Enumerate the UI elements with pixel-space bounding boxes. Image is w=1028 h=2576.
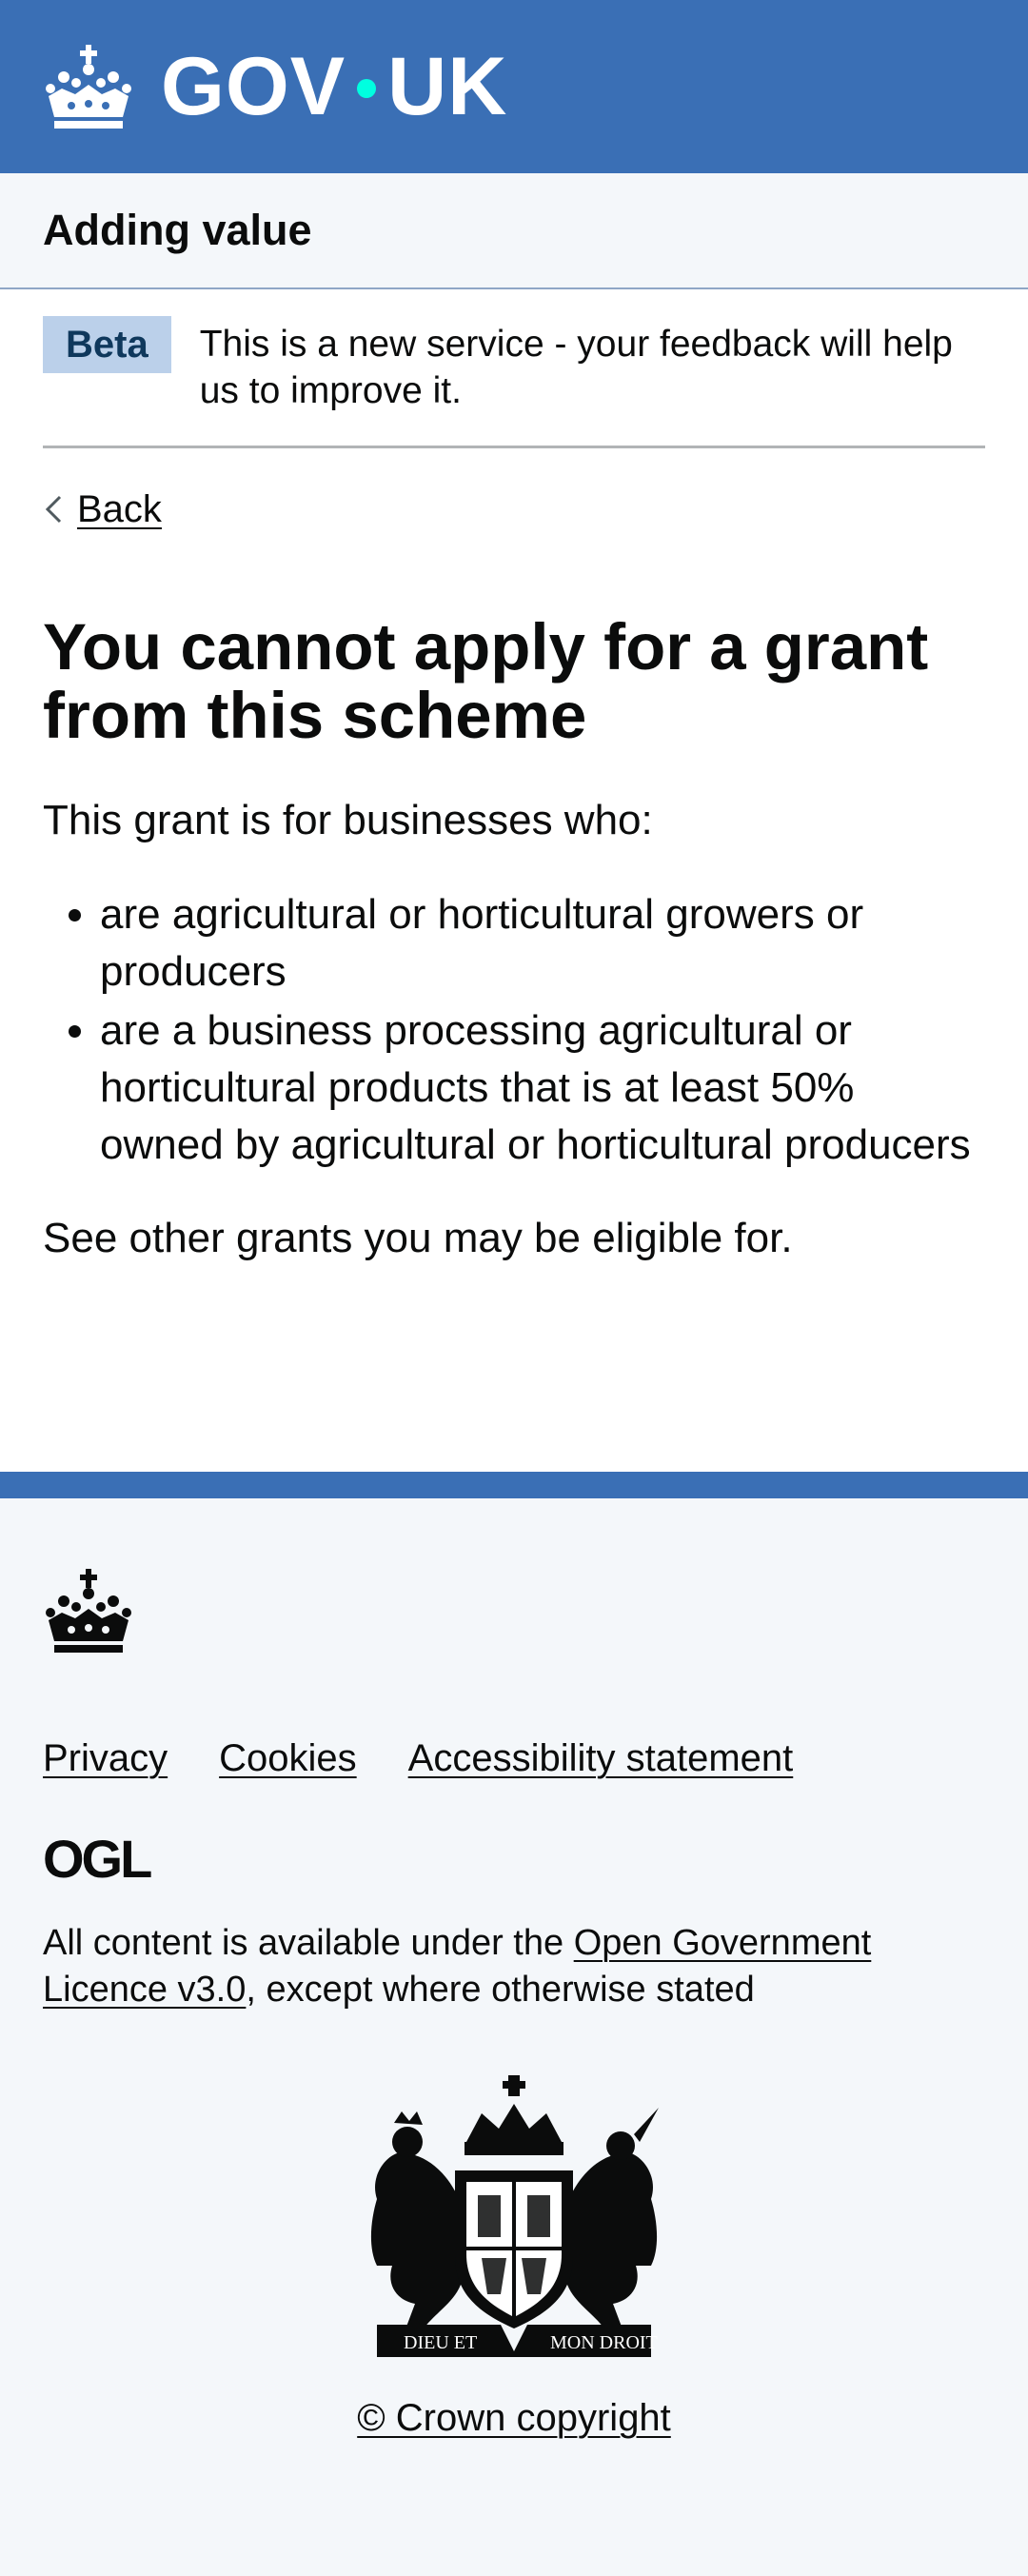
chevron-left-icon	[45, 495, 62, 524]
back-link[interactable]: Back	[43, 488, 162, 531]
crown-copyright-link[interactable]: © Crown copyright	[357, 2397, 671, 2440]
ogl-logo: OGL	[43, 1829, 154, 1889]
crown-copyright-block: DIEU ET MON DROIT © Crown copyright	[43, 2074, 985, 2440]
back-link-label: Back	[77, 487, 162, 530]
wordmark-gov: GOV	[161, 41, 346, 132]
motto-left: DIEU ET	[404, 2332, 477, 2353]
licence-before: All content is available under the	[43, 1923, 574, 1963]
phase-banner-text: This is a new service - your feedback wi…	[199, 324, 953, 411]
service-name-link[interactable]: Adding value	[43, 206, 312, 255]
beta-tag: Beta	[43, 316, 171, 373]
footer-link-privacy[interactable]: Privacy	[43, 1737, 168, 1780]
wordmark-uk: UK	[387, 41, 508, 132]
govuk-wordmark: GOV UK	[161, 46, 507, 128]
footer-links: Privacy Cookies Accessibility statement	[43, 1737, 985, 1780]
intro-text: This grant is for businesses who:	[43, 797, 653, 844]
ogl-logo-text: OGL	[43, 1833, 151, 1883]
service-navigation: Adding value	[0, 173, 1028, 289]
govuk-header: GOV UK	[0, 0, 1028, 173]
list-item: are agricultural or horticultural grower…	[100, 886, 985, 1001]
footer-link-accessibility[interactable]: Accessibility statement	[408, 1737, 794, 1780]
list-item: are a business processing agricultural o…	[100, 1002, 985, 1173]
page-title: You cannot apply for a grant from this s…	[43, 609, 929, 752]
licence-after: , except where otherwise stated	[246, 1970, 755, 2011]
licence-text: All content is available under the Open …	[43, 1920, 985, 2014]
crown-icon	[46, 1569, 131, 1653]
govuk-footer: Privacy Cookies Accessibility statement …	[0, 1472, 1028, 2576]
phase-banner: Beta This is a new service - your feedba…	[43, 289, 985, 448]
wordmark-dot	[357, 79, 377, 98]
other-grants-text: See other grants you may be eligible for…	[43, 1214, 793, 1261]
motto-right: MON DROIT	[550, 2332, 658, 2353]
main-container: Beta This is a new service - your feedba…	[0, 289, 1028, 1472]
royal-coat-of-arms-icon: DIEU ET MON DROIT	[370, 2074, 659, 2357]
govuk-logo-link[interactable]: GOV UK	[43, 43, 507, 130]
main-content: You cannot apply for a grant from this s…	[43, 609, 985, 1264]
crown-icon	[46, 45, 131, 129]
eligibility-list: are agricultural or horticultural grower…	[43, 886, 985, 1173]
footer-link-cookies[interactable]: Cookies	[219, 1737, 357, 1780]
